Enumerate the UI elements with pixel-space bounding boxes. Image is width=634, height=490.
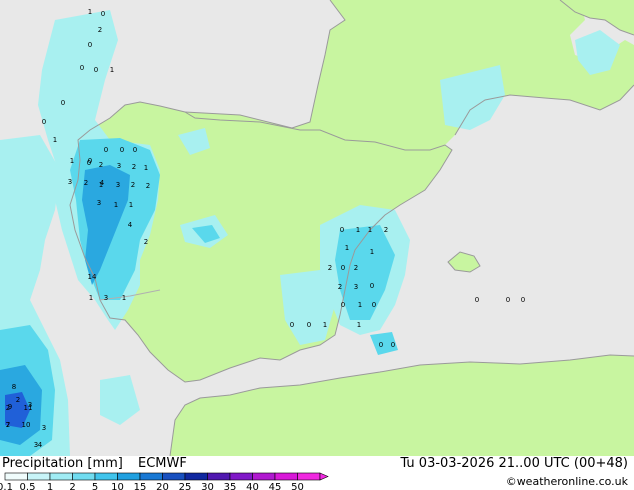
- precip-value-label: 2: [99, 161, 103, 169]
- precip-value-label: 8: [12, 383, 16, 391]
- precip-value-label: 2: [16, 396, 20, 404]
- precip-value-label: 0: [379, 341, 383, 349]
- legend-swatch: [229, 472, 253, 481]
- precip-value-label: 0: [521, 296, 525, 304]
- precip-value-label: 11: [24, 404, 33, 412]
- precip-value-label: 1: [356, 226, 360, 234]
- precip-value-label: 1: [368, 226, 372, 234]
- precip-value-label: 0: [80, 64, 84, 72]
- precip-value-label: 3: [42, 424, 46, 432]
- precip-value-label: 4: [128, 221, 133, 229]
- precip-value-label: 1: [53, 136, 57, 144]
- precip-value-label: 0: [133, 146, 137, 154]
- precip-value-label: 2: [328, 264, 332, 272]
- precip-value-label: 2: [131, 181, 135, 189]
- precip-value-label: 0: [88, 41, 92, 49]
- legend-swatch: [27, 472, 51, 481]
- precip-value-label: 1: [357, 321, 361, 329]
- precip-value-label: 2: [338, 283, 342, 291]
- precip-value-label: 1: [345, 244, 349, 252]
- precip-value-label: 4: [100, 179, 105, 187]
- precip-value-label: 0: [475, 296, 479, 304]
- precip-value-label: 2: [146, 182, 150, 190]
- precip-value-label: 3: [104, 294, 108, 302]
- precip-value-label: 0: [290, 321, 294, 329]
- precip-value-label: 1: [122, 294, 126, 302]
- legend-tick-label: 30: [201, 482, 214, 490]
- precip-value-label: 2: [384, 226, 388, 234]
- precip-value-label: 1: [144, 164, 148, 172]
- precip-value-label: 1: [88, 8, 92, 16]
- legend-swatch: [94, 472, 118, 481]
- precipitation-map: 1 0200 0 10011 000 0 02 3 2 13 2 14 3 2 23 1 142141 3 1232…: [0, 0, 634, 456]
- legend-overflow-arrow: [319, 472, 329, 481]
- precip-value-label: 0: [341, 264, 345, 272]
- precip-value-label: 0: [101, 10, 105, 18]
- precip-value-label: 1: [323, 321, 327, 329]
- precip-value-label: 0: [87, 159, 91, 167]
- legend-colorbar: 0.1 0.5 1 2 5 10 15 20 25 30 35 40 45 50: [0, 472, 329, 490]
- precip-value-label: 0: [94, 66, 98, 74]
- legend-tick-label: 15: [134, 482, 147, 490]
- precip-value-label: 2: [84, 179, 88, 187]
- footer: Precipitation [mm] ECMWF Tu 03-03-2026 2…: [0, 456, 634, 490]
- precip-value-label: 2: [144, 238, 148, 246]
- precip-value-label: 1: [70, 157, 74, 165]
- legend-tick-label: 1: [47, 482, 53, 490]
- precip-value-label: 0: [370, 282, 374, 290]
- precip-value-label: 0: [506, 296, 510, 304]
- precip-value-label: 14: [88, 273, 97, 281]
- legend-tick-label: 5: [92, 482, 98, 490]
- precip-value-label: 0: [61, 99, 65, 107]
- precip-value-label: 0: [104, 146, 108, 154]
- precip-value-label: 3: [116, 181, 120, 189]
- precip-value-label: 3: [68, 178, 72, 186]
- precip-value-label: 0: [42, 118, 46, 126]
- precip-value-label: 2: [354, 264, 358, 272]
- precip-value-label: 9: [8, 403, 12, 411]
- legend-swatch: [274, 472, 298, 481]
- legend-swatch: [49, 472, 73, 481]
- legend-tick-label: 10: [111, 482, 124, 490]
- precip-value-label: 1: [110, 66, 114, 74]
- precip-value-label: 0: [340, 226, 344, 234]
- precip-value-label: 0: [372, 301, 376, 309]
- precip-value-label: 1: [358, 301, 362, 309]
- legend-tick-label: 0.1: [0, 482, 13, 490]
- precip-value-label: 3: [117, 162, 121, 170]
- legend-swatch: [117, 472, 141, 481]
- precip-value-label: 1: [370, 248, 374, 256]
- precip-value-label: 10: [22, 421, 31, 429]
- legend-tick-label: 2: [69, 482, 75, 490]
- legend-swatch: [162, 472, 186, 481]
- legend-swatch: [297, 472, 321, 481]
- precip-value-label: 1: [89, 294, 93, 302]
- legend-swatch: [139, 472, 163, 481]
- legend-swatch: [184, 472, 208, 481]
- precip-value-label: 3: [97, 199, 101, 207]
- precip-value-label: 3: [354, 283, 358, 291]
- precip-value-label: 0: [307, 321, 311, 329]
- legend-swatch: [4, 472, 28, 481]
- legend-tick-label: 50: [291, 482, 304, 490]
- legend-swatch: [252, 472, 276, 481]
- precip-value-label: 2: [132, 163, 136, 171]
- precip-value-label: 0: [341, 301, 345, 309]
- legend-tick-label: 40: [246, 482, 259, 490]
- legend-tick-label: 45: [269, 482, 282, 490]
- precip-value-label: 2: [98, 26, 102, 34]
- precip-value-label: 0: [391, 341, 395, 349]
- legend-swatch: [72, 472, 96, 481]
- legend-swatch: [207, 472, 231, 481]
- legend-tick-label: 35: [224, 482, 237, 490]
- precip-value-label: 4: [38, 441, 43, 449]
- legend-tick-label: 25: [179, 482, 192, 490]
- precip-value-label: 0: [120, 146, 124, 154]
- precip-value-label: 1: [114, 201, 118, 209]
- precip-value-label: 7: [6, 421, 10, 429]
- precip-value-label: 1: [129, 201, 133, 209]
- legend-tick-label: 20: [156, 482, 169, 490]
- legend-tick-label: 0.5: [20, 482, 36, 490]
